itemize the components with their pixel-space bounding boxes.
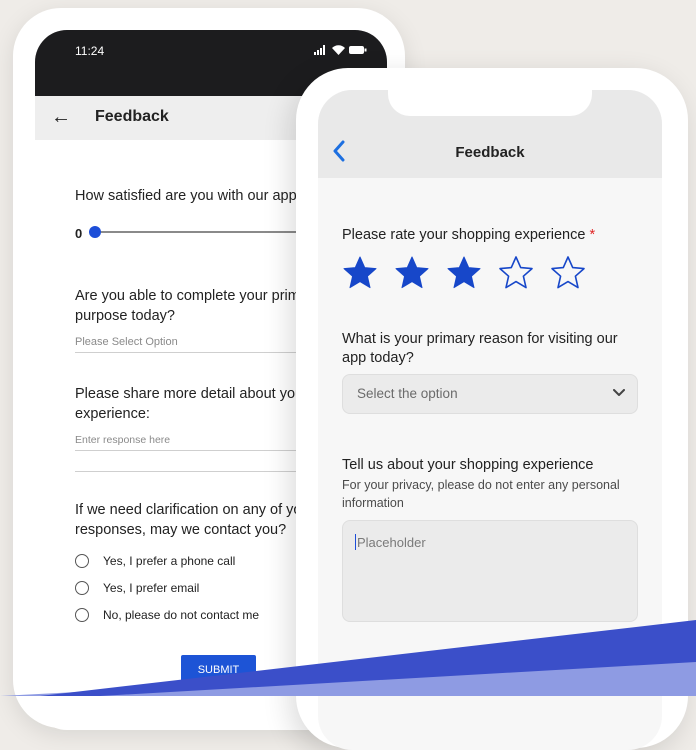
battery-icon <box>349 46 367 54</box>
notch <box>388 90 592 116</box>
star-filled-icon[interactable] <box>342 255 378 291</box>
star-filled-icon[interactable] <box>446 255 482 291</box>
page-title: Feedback <box>455 144 525 161</box>
experience-textarea[interactable]: Placeholder <box>342 520 638 622</box>
slider-thumb[interactable] <box>89 226 101 238</box>
radio-label: Yes, I prefer email <box>103 581 200 595</box>
ios-screen: Feedback Please rate your shopping exper… <box>318 90 662 750</box>
rating-label-text: Please rate your shopping experience <box>342 227 586 243</box>
textarea-placeholder: Placeholder <box>357 535 426 550</box>
radio-circle[interactable] <box>75 554 89 568</box>
radio-label: No, please do not contact me <box>103 608 260 622</box>
star-outline-icon[interactable] <box>550 255 586 291</box>
star-rating[interactable] <box>342 255 586 291</box>
ios-phone: Feedback Please rate your shopping exper… <box>296 68 688 750</box>
radio-phone-call[interactable]: Yes, I prefer a phone call <box>75 554 235 568</box>
system-icons <box>314 45 367 55</box>
privacy-help-text: For your privacy, please do not enter an… <box>342 478 620 510</box>
text-caret <box>355 534 356 550</box>
reason-select[interactable]: Select the option <box>342 374 638 414</box>
rating-label: Please rate your shopping experience * <box>342 226 642 245</box>
submit-button[interactable]: SUBMIT <box>181 655 256 685</box>
tell-us-label: Tell us about your shopping experience <box>342 457 594 473</box>
radio-label: Yes, I prefer a phone call <box>103 554 236 568</box>
wifi-icon <box>332 45 345 55</box>
radio-no-contact[interactable]: No, please do not contact me <box>75 608 259 622</box>
slider-value: 0 <box>75 226 83 241</box>
radio-circle[interactable] <box>75 608 89 622</box>
required-marker: * <box>589 227 596 243</box>
reason-label: What is your primary reason for visiting… <box>342 331 618 366</box>
chevron-down-icon <box>613 389 625 396</box>
back-arrow-icon[interactable]: ← <box>51 105 71 129</box>
page-title: Feedback <box>95 108 169 125</box>
radio-circle[interactable] <box>75 581 89 595</box>
select-placeholder: Select the option <box>357 386 458 401</box>
status-time: 11:24 <box>75 44 105 58</box>
radio-email[interactable]: Yes, I prefer email <box>75 581 199 595</box>
star-outline-icon[interactable] <box>498 255 534 291</box>
star-filled-icon[interactable] <box>394 255 430 291</box>
signal-icon <box>314 45 325 55</box>
